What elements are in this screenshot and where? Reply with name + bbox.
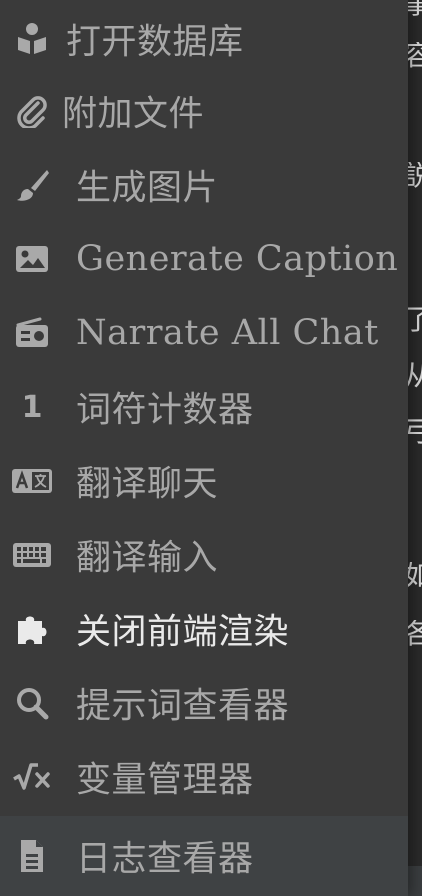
image-icon [10, 237, 54, 281]
menu-item-label: 词符计数器 [76, 390, 254, 431]
menu-item-label: Generate Caption [76, 239, 399, 279]
menu-item-label: 变量管理器 [76, 760, 254, 801]
menu-item-label: 翻译输入 [76, 538, 219, 579]
magnifier-icon [10, 681, 54, 725]
translate-icon [10, 459, 54, 503]
book-reader-icon [10, 17, 54, 61]
menu-item-variable-manager[interactable]: 变量管理器 [0, 742, 408, 812]
puzzle-piece-icon [10, 607, 54, 651]
number-one-icon: 1 [10, 385, 54, 429]
square-root-icon [10, 755, 54, 799]
menu-item-generate-caption[interactable]: Generate Caption [0, 224, 408, 294]
menu-item-prompt-viewer[interactable]: 提示词查看器 [0, 668, 408, 738]
menu-item-label: 关闭前端渲染 [76, 612, 290, 653]
menu-item-translate-chat[interactable]: 翻译聊天 [0, 446, 408, 516]
menu-item-label: 生成图片 [76, 168, 219, 209]
menu-item-token-counter[interactable]: 1 词符计数器 [0, 372, 408, 442]
menu-item-label: 附加文件 [62, 94, 205, 135]
keyboard-icon [10, 533, 54, 577]
menu-item-attach-file[interactable]: 附加文件 [0, 76, 408, 146]
menu-item-label: 打开数据库 [66, 22, 244, 63]
menu-item-open-database[interactable]: 打开数据库 [0, 4, 408, 74]
paperclip-icon [10, 89, 54, 133]
menu-item-close-frontend-rendering[interactable]: 关闭前端渲染 [0, 594, 408, 664]
radio-icon [10, 311, 54, 355]
menu-item-translate-input[interactable]: 翻译输入 [0, 520, 408, 590]
menu-item-label: Narrate All Chat [76, 313, 379, 353]
menu-item-label: 翻译聊天 [76, 464, 219, 505]
menu-item-log-viewer[interactable]: 日志查看器 [0, 816, 408, 896]
menu-item-label: 提示词查看器 [76, 686, 290, 727]
menu-item-generate-image[interactable]: 生成图片 [0, 150, 408, 220]
extensions-menu: 打开数据库 附加文件 生成图片 Generate Caption Narrate… [0, 0, 408, 896]
file-lines-icon [10, 834, 54, 878]
menu-item-label: 日志查看器 [76, 839, 254, 880]
number-one-glyph: 1 [21, 389, 43, 425]
menu-item-narrate-all-chat[interactable]: Narrate All Chat [0, 298, 408, 368]
paintbrush-icon [10, 163, 54, 207]
